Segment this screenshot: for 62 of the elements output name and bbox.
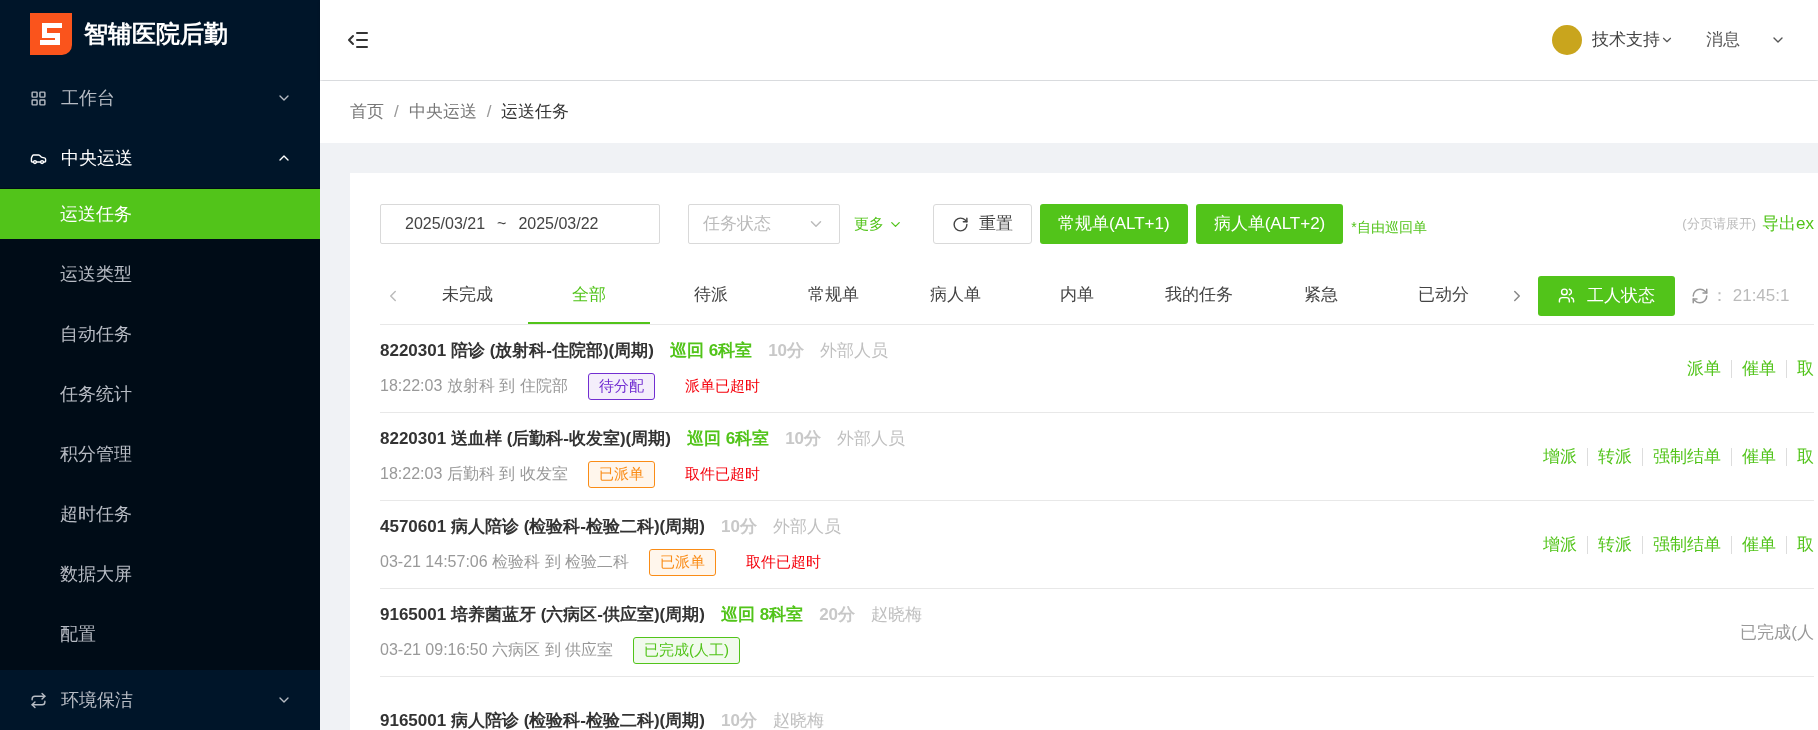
users-icon — [1558, 287, 1575, 304]
result-label: 已完成(人 — [1740, 621, 1814, 644]
sidebar-group[interactable]: 工作台 — [0, 68, 320, 128]
refresh-time: ： 21:45:1 — [1711, 284, 1790, 307]
task-route: 18:22:03 放射科 到 住院部 — [380, 376, 568, 397]
task-title[interactable]: 4570601 病人陪诊 (检验科-检验二科)(周期) — [380, 513, 705, 539]
person-label: 赵晓梅 — [871, 603, 923, 626]
patrol-label: 巡回 6科室 — [669, 339, 753, 362]
tab[interactable]: 待派 — [650, 267, 772, 324]
breadcrumb-separator: / — [394, 101, 399, 124]
sidebar-item[interactable]: 超时任务 — [0, 489, 320, 539]
sidebar-item[interactable]: 运送类型 — [0, 249, 320, 299]
person-label: 外部人员 — [772, 515, 841, 538]
tab[interactable]: 未完成 — [406, 267, 528, 324]
sidebar-item[interactable]: 配置 — [0, 609, 320, 659]
refresh-icon[interactable] — [1691, 286, 1709, 305]
task-route: 03-21 09:16:50 六病区 到 供应室 — [380, 640, 613, 661]
export-hint: (分页请展开) — [1682, 215, 1757, 234]
task-title[interactable]: 9165001 病人陪诊 (检验科-检验二科)(周期) — [380, 707, 705, 730]
reset-icon — [952, 215, 969, 233]
sidebar-group[interactable]: 中央运送 — [0, 128, 320, 188]
task-route: 18:22:03 后勤科 到 收发室 — [380, 464, 568, 485]
logo-icon — [30, 13, 72, 55]
task-title[interactable]: 8220301 送血样 (后勤科-收发室)(周期) — [380, 425, 671, 451]
person-label: 外部人员 — [837, 427, 906, 450]
breadcrumb-item[interactable]: 首页 — [350, 99, 384, 125]
person-label: 赵晓梅 — [772, 709, 824, 730]
tab[interactable]: 紧急 — [1260, 267, 1382, 324]
reset-button[interactable]: 重置 — [933, 204, 1032, 244]
timeout-warning: 派单已超时 — [684, 376, 760, 396]
status-tag: 已派单 — [587, 461, 655, 488]
sidebar-item[interactable]: 数据大屏 — [0, 549, 320, 599]
status-tag: 已完成(人工) — [633, 637, 740, 664]
breadcrumb-item: 运送任务 — [501, 101, 570, 124]
grid-icon — [30, 89, 47, 107]
timeout-warning: 取件已超时 — [746, 552, 821, 572]
sidebar-group[interactable]: 环境保洁 — [0, 670, 320, 730]
task-title[interactable]: 9165001 培养菌蓝牙 (六病区-供应室)(周期) — [380, 601, 705, 627]
date-range-field[interactable]: 2025/03/21 ~ 2025/03/22 — [380, 204, 660, 244]
tab[interactable]: 内单 — [1016, 267, 1138, 324]
patrol-label: 巡回 8科室 — [720, 603, 804, 626]
messages-link[interactable]: 消息 — [1706, 27, 1740, 53]
sidebar-item[interactable]: 任务统计 — [0, 369, 320, 419]
status-tag: 待分配 — [587, 373, 655, 400]
breadcrumb-separator: / — [486, 101, 492, 124]
swap-icon — [30, 691, 47, 709]
sidebar-item[interactable]: 积分管理 — [0, 429, 320, 479]
app-title: 智辅医院后勤 — [84, 19, 228, 49]
tab[interactable]: 常规单 — [772, 267, 894, 324]
task-title[interactable]: 8220301 陪诊 (放射科-住院部)(周期) — [380, 337, 654, 363]
breadcrumb-item[interactable]: 中央运送 — [408, 99, 477, 125]
sidebar-item[interactable]: 自动任务 — [0, 309, 320, 359]
avatar[interactable] — [1552, 25, 1582, 55]
tab[interactable]: 已动分 — [1382, 267, 1504, 324]
timeout-warning: 取件已超时 — [684, 464, 760, 484]
patrol-label: 巡回 6科室 — [686, 427, 770, 450]
status-tag: 已派单 — [649, 549, 716, 576]
user-menu[interactable]: 技术支持 — [1592, 27, 1660, 53]
tab[interactable]: 我的任务 — [1138, 267, 1260, 324]
tab[interactable]: 病人单 — [894, 267, 1016, 324]
person-label: 外部人员 — [820, 339, 889, 362]
task-route: 03-21 14:57:06 检验科 到 检验二科 — [380, 552, 629, 573]
